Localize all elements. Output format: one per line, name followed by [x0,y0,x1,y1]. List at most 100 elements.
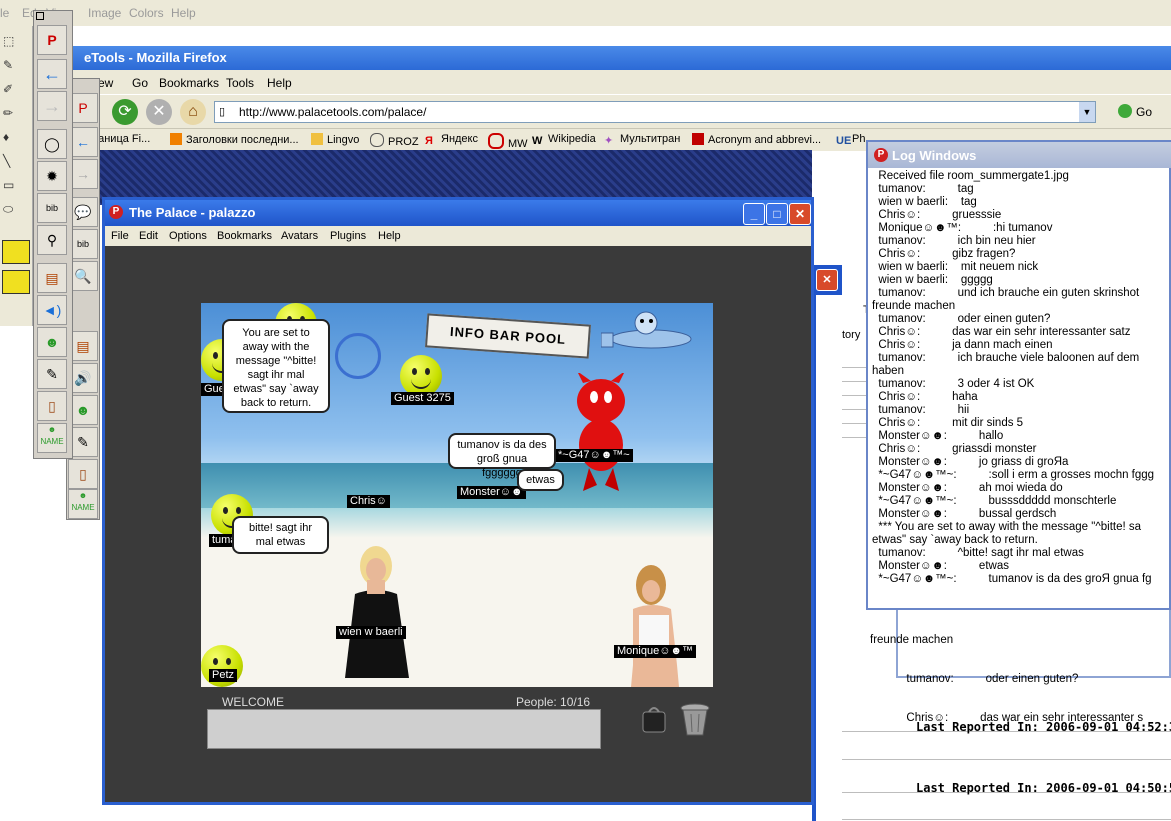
brush-icon[interactable]: ♦ [3,130,17,144]
bookmark-item[interactable]: Заголовки последни... [170,133,299,146]
log-line: Chris☺: gruesssie [872,209,1002,221]
palace-menu-avatars[interactable]: Avatars [281,230,318,242]
door-icon[interactable]: ▯ [37,391,67,421]
paint-menu-image[interactable]: Image [88,6,121,20]
chat-balloon-etwas: etwas [517,469,564,491]
bookmark-item[interactable]: UEPh [836,133,865,147]
palace-menu-file[interactable]: File [111,230,129,242]
ff-menu-tools[interactable]: Tools [226,76,254,90]
last-reported-2: Last Reported In: 2006-09-01 04:50:58 [916,781,1171,795]
app-icon[interactable] [2,240,30,264]
bookmark-item[interactable]: Lingvo [311,133,359,146]
palace-toolbar-1: P ← → ◯ ✹ bib ⚲ ▤ ◄) ☻ ✎ ▯ ☻ NAME [33,10,73,459]
bookmark-item[interactable]: раница Fi... [92,133,150,145]
log-line: *** You are set to away with the message… [872,521,1142,533]
burst-bubble-icon[interactable]: ✹ [37,161,67,191]
minimize-button[interactable]: _ [743,203,765,225]
log-line: Chris☺: das war ein sehr interessanter s… [872,326,1131,338]
avatar-name: Monique☺☻™ [614,645,697,658]
monique-avatar[interactable] [619,565,689,687]
trash-icon[interactable] [679,702,711,736]
app-icon[interactable] [2,270,30,294]
avatar-name: Guest 3275 [391,392,454,405]
bookmark-item[interactable]: ✦ Мультитран [604,133,680,147]
line-icon[interactable]: ╲ [3,154,17,168]
avatar-name: Petz [209,669,238,682]
room-name-label: WELCOME [222,695,285,709]
face-icon[interactable]: ☻ [37,327,67,357]
ff-menu-go[interactable]: Go [132,76,148,90]
palace-logo-icon[interactable]: P [37,25,67,55]
toolbar-close-icon[interactable] [36,12,44,20]
multitran-icon: ✦ [604,135,614,147]
log-icon[interactable]: ▤ [37,263,67,293]
picker-icon[interactable]: ✐ [3,82,17,96]
bookmark-item[interactable]: Acronym and abbrevi... [692,133,821,146]
go-icon[interactable] [1118,104,1132,118]
paint-icon[interactable]: ✎ [37,359,67,389]
room-view[interactable]: INFO BAR POOL Gue Guest 3275 *~G47☺☻™~ M… [201,303,713,687]
reload-icon[interactable]: ⟳ [112,99,138,125]
log-line: *~G47☺☻™~: tumanov is da des groЯ gnua f… [872,573,1152,585]
log-body[interactable]: Received file room_summergate1.jpg tuman… [872,170,1171,586]
log-line: Monster☺☻: hallo [872,430,1004,442]
palace-menu-plugins[interactable]: Plugins [330,230,366,242]
log-line: Monster☺☻: ah moi wieda do [872,482,1063,494]
firefox-titlebar: eTools - Mozilla Firefox [52,46,1171,70]
plane-icon [601,311,692,349]
paint-menubar: le Ed View Image Colors Help [0,0,1171,27]
wien-avatar[interactable] [333,546,419,678]
name-tag-icon[interactable]: ☻ NAME [37,423,67,453]
close-icon[interactable]: ✕ [816,269,838,291]
back-arrow-icon[interactable]: ← [37,59,67,89]
maximize-button[interactable]: □ [766,203,788,225]
name-tag-icon[interactable]: ☻ NAME [68,489,98,519]
stop-icon[interactable]: ✕ [146,99,172,125]
bookmark-item[interactable]: Я Яндекс [425,133,478,147]
mw-icon [488,133,504,149]
palace-menu-edit[interactable]: Edit [139,230,158,242]
palace-menu-options[interactable]: Options [169,230,207,242]
palace-menu-help[interactable]: Help [378,230,401,242]
log-line: tumanov: und ich brauche ein guten skrin… [872,287,1140,299]
palace-menu-bookmarks[interactable]: Bookmarks [217,230,272,242]
palace-title: The Palace - palazzo [129,205,256,220]
ellipse-icon[interactable]: ⬭ [3,202,17,216]
log-line: Chris☺: griassdi monster [872,443,1037,455]
rect-icon[interactable]: ▭ [3,178,17,192]
bookmark-item[interactable]: PROZ [370,133,419,148]
eraser-icon[interactable]: ✎ [3,58,17,72]
url-dropdown-icon[interactable]: ▼ [1079,102,1095,122]
paint-menu-colors[interactable]: Colors [129,6,164,20]
search-icon[interactable]: ⚲ [37,225,67,255]
log-line: Chris☺: ja dann mach einen [872,339,1053,351]
ff-menu-bookmarks[interactable]: Bookmarks [159,76,219,90]
home-icon[interactable]: ⌂ [180,99,206,125]
forward-arrow-icon[interactable]: → [37,91,67,121]
speech-bubble-icon[interactable]: ◯ [37,129,67,159]
sound-icon[interactable]: ◄) [37,295,67,325]
palace-logo-icon: P [874,148,888,162]
log-window-behind: freunde machen tumanov: oder einen guten… [870,600,1171,724]
sun-icon [335,333,381,379]
avatar-name: Monster☺☻ [457,486,526,499]
log-line: Chris☺: mit dir sinds 5 [872,417,1024,429]
paint-menu-help[interactable]: Help [171,6,196,20]
select-icon[interactable]: ⬚ [3,34,17,48]
bookmark-item[interactable]: MW [488,133,528,150]
guest3275-avatar[interactable] [400,355,442,397]
chat-input[interactable] [207,709,601,749]
go-button[interactable]: Go [1136,105,1152,119]
url-bar[interactable]: ▯ http://www.palacetools.com/palace/ ▼ [214,101,1096,123]
pencil-icon[interactable]: ✏ [3,106,17,120]
wikipedia-icon: W [532,135,543,147]
bookmark-item[interactable]: W Wikipedia [532,133,596,147]
bag-icon[interactable] [641,704,667,734]
paint-menu-file[interactable]: le [0,6,9,20]
close-button[interactable]: ✕ [789,203,811,225]
ff-menu-view[interactable]: ew [98,76,113,90]
door-icon[interactable]: ▯ [68,459,98,489]
ue-icon: UE [836,135,852,147]
bib-icon[interactable]: bib [37,193,67,223]
ff-menu-help[interactable]: Help [267,76,292,90]
